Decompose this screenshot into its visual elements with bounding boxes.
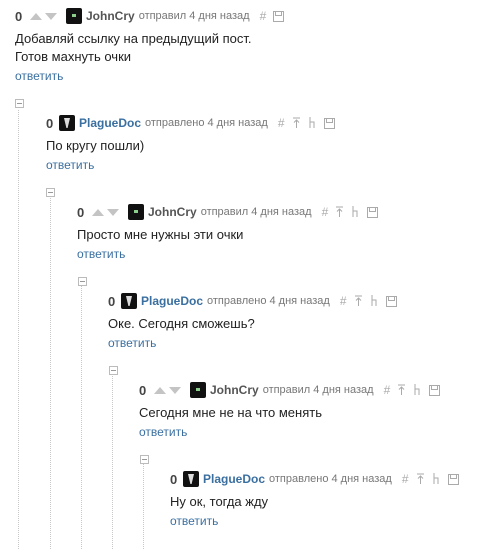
up-arrow-icon[interactable]: [335, 206, 344, 218]
branch-icon[interactable]: [370, 295, 379, 307]
permalink-hash-icon[interactable]: #: [340, 294, 347, 308]
up-arrow-icon[interactable]: [416, 473, 425, 485]
collapse-toggle[interactable]: [140, 455, 149, 464]
thread-line: [143, 463, 144, 549]
comment-header: 0 JohnCry отправил 4 дня назад #: [139, 381, 447, 399]
save-icon[interactable]: [367, 206, 379, 218]
rating-value: 0: [15, 8, 23, 24]
save-icon[interactable]: [273, 10, 285, 22]
save-icon[interactable]: [323, 117, 335, 129]
save-icon[interactable]: [385, 295, 397, 307]
permalink-hash-icon[interactable]: #: [278, 116, 285, 130]
avatar[interactable]: [190, 382, 206, 398]
comment-header: 0 JohnCry отправил 4 дня назад #: [77, 203, 385, 221]
comment: 0 JohnCry отправил 4 дня назад # Добавля…: [15, 7, 291, 85]
timestamp[interactable]: отправлено 4 дня назад: [145, 117, 268, 129]
comment-text: Ну ок, тогда жду: [170, 494, 269, 509]
comment-text: Оке. Сегодня сможешь?: [108, 316, 255, 331]
permalink-hash-icon[interactable]: #: [260, 9, 267, 23]
upvote-icon[interactable]: [30, 12, 42, 20]
reply-link[interactable]: ответить: [46, 158, 94, 172]
comment: 0 PlagueDoc отправлено 4 дня назад # Ну …: [170, 470, 466, 530]
comment: 0 PlagueDoc отправлено 4 дня назад # По …: [46, 114, 342, 174]
comment: 0 PlagueDoc отправлено 4 дня назад # Оке…: [108, 292, 404, 352]
upvote-icon[interactable]: [154, 386, 166, 394]
collapse-toggle[interactable]: [109, 366, 118, 375]
timestamp[interactable]: отправил 4 дня назад: [263, 384, 374, 396]
reply-link[interactable]: ответить: [15, 69, 63, 83]
downvote-icon[interactable]: [107, 208, 119, 216]
rating-value: 0: [108, 293, 116, 309]
comment-header: 0 PlagueDoc отправлено 4 дня назад #: [108, 292, 404, 310]
up-arrow-icon[interactable]: [292, 117, 301, 129]
username[interactable]: JohnCry: [86, 9, 135, 23]
timestamp[interactable]: отправил 4 дня назад: [201, 206, 312, 218]
permalink-hash-icon[interactable]: #: [384, 383, 391, 397]
save-icon[interactable]: [447, 473, 459, 485]
username[interactable]: PlagueDoc: [141, 294, 203, 308]
thread-line: [112, 374, 113, 549]
collapse-toggle[interactable]: [46, 188, 55, 197]
comment-header: 0 PlagueDoc отправлено 4 дня назад #: [46, 114, 342, 132]
downvote-icon[interactable]: [45, 12, 57, 20]
comment-header: 0 PlagueDoc отправлено 4 дня назад #: [170, 470, 466, 488]
username[interactable]: JohnCry: [210, 383, 259, 397]
comment-text: Сегодня мне не на что менять: [139, 405, 322, 420]
thread-line: [18, 110, 19, 549]
avatar[interactable]: [183, 471, 199, 487]
reply-link[interactable]: ответить: [108, 336, 156, 350]
upvote-icon[interactable]: [92, 208, 104, 216]
comment-text: По кругу пошли): [46, 138, 145, 153]
collapse-toggle[interactable]: [78, 277, 87, 286]
avatar[interactable]: [59, 115, 75, 131]
thread-line: [50, 196, 51, 549]
branch-icon[interactable]: [308, 117, 317, 129]
reply-link[interactable]: ответить: [139, 425, 187, 439]
avatar[interactable]: [121, 293, 137, 309]
thread-line: [81, 285, 82, 549]
branch-icon[interactable]: [351, 206, 360, 218]
username[interactable]: JohnCry: [148, 205, 197, 219]
reply-link[interactable]: ответить: [170, 514, 218, 528]
reply-link[interactable]: ответить: [77, 247, 125, 261]
up-arrow-icon[interactable]: [397, 384, 406, 396]
comment-header: 0 JohnCry отправил 4 дня назад #: [15, 7, 291, 25]
save-icon[interactable]: [429, 384, 441, 396]
timestamp[interactable]: отправлено 4 дня назад: [269, 473, 392, 485]
downvote-icon[interactable]: [169, 386, 181, 394]
username[interactable]: PlagueDoc: [79, 116, 141, 130]
collapse-toggle[interactable]: [15, 99, 24, 108]
rating-value: 0: [139, 382, 147, 398]
avatar[interactable]: [66, 8, 82, 24]
comment-text: Добавляй ссылку на предыдущий пост. Гото…: [15, 31, 252, 64]
timestamp[interactable]: отправил 4 дня назад: [139, 10, 250, 22]
rating-value: 0: [77, 204, 85, 220]
rating-value: 0: [46, 115, 54, 131]
up-arrow-icon[interactable]: [354, 295, 363, 307]
comment-text: Просто мне нужны эти очки: [77, 227, 244, 242]
avatar[interactable]: [128, 204, 144, 220]
comment: 0 JohnCry отправил 4 дня назад # Сегодня…: [139, 381, 447, 441]
permalink-hash-icon[interactable]: #: [402, 472, 409, 486]
username[interactable]: PlagueDoc: [203, 472, 265, 486]
branch-icon[interactable]: [413, 384, 422, 396]
rating-value: 0: [170, 471, 178, 487]
comment: 0 JohnCry отправил 4 дня назад # Просто …: [77, 203, 385, 263]
permalink-hash-icon[interactable]: #: [322, 205, 329, 219]
timestamp[interactable]: отправлено 4 дня назад: [207, 295, 330, 307]
branch-icon[interactable]: [432, 473, 441, 485]
